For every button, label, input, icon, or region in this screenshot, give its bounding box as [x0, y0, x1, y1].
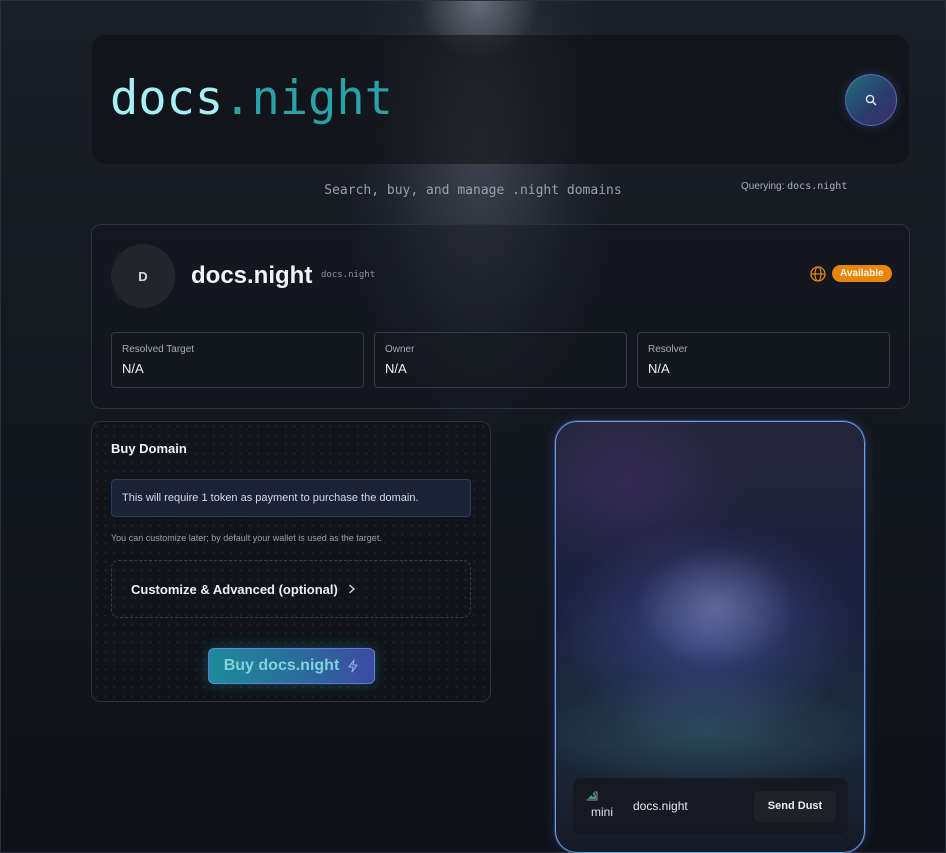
customize-label: Customize & Advanced (optional): [131, 581, 338, 597]
field-label: Resolver: [648, 344, 688, 355]
broken-image-icon: [586, 791, 598, 801]
card-footer: mini docs.night Send Dust: [573, 778, 848, 834]
search-button[interactable]: [845, 74, 897, 126]
card-domain-name: docs.night: [633, 799, 688, 813]
buy-button-label: Buy docs.night: [223, 657, 340, 674]
field-value: N/A: [385, 361, 407, 376]
field-owner: Owner N/A: [374, 332, 627, 388]
domain-info-panel: D docs.night docs.night Available Resolv…: [91, 224, 910, 409]
querying-label: Querying:: [741, 181, 785, 192]
domain-subtitle: docs.night: [321, 270, 376, 280]
buy-domain-panel: Buy Domain This will require 1 token as …: [91, 421, 491, 702]
globe-icon: [810, 266, 826, 282]
querying-value: docs.night: [787, 181, 848, 192]
mini-image: mini: [585, 790, 619, 824]
header: docs.night: [92, 35, 909, 164]
search-icon: [865, 94, 877, 106]
payment-notice: This will require 1 token as payment to …: [111, 479, 471, 517]
field-resolved-target: Resolved Target N/A: [111, 332, 364, 388]
chevron-right-icon: [348, 582, 356, 597]
field-label: Resolved Target: [122, 344, 195, 355]
mini-image-alt: mini: [591, 805, 614, 819]
domain-card: mini docs.night Send Dust: [555, 421, 865, 853]
customize-advanced-toggle[interactable]: Customize & Advanced (optional): [111, 560, 471, 618]
logo-main: docs: [110, 71, 224, 126]
field-value: N/A: [122, 361, 144, 376]
buy-button[interactable]: Buy docs.night: [208, 648, 375, 684]
status-badge: Available: [832, 265, 892, 282]
send-dust-button[interactable]: Send Dust: [754, 791, 836, 822]
field-value: N/A: [648, 361, 670, 376]
field-resolver: Resolver N/A: [637, 332, 890, 388]
querying-status: Querying: docs.night: [741, 181, 847, 192]
avatar: D: [111, 244, 175, 308]
logo: docs.night: [110, 71, 393, 126]
field-label: Owner: [385, 344, 415, 355]
bolt-icon: [347, 659, 359, 673]
logo-accent: .night: [223, 71, 393, 126]
customize-hint: You can customize later; by default your…: [111, 533, 382, 543]
buy-title: Buy Domain: [111, 441, 187, 456]
domain-title: docs.night: [191, 262, 313, 289]
